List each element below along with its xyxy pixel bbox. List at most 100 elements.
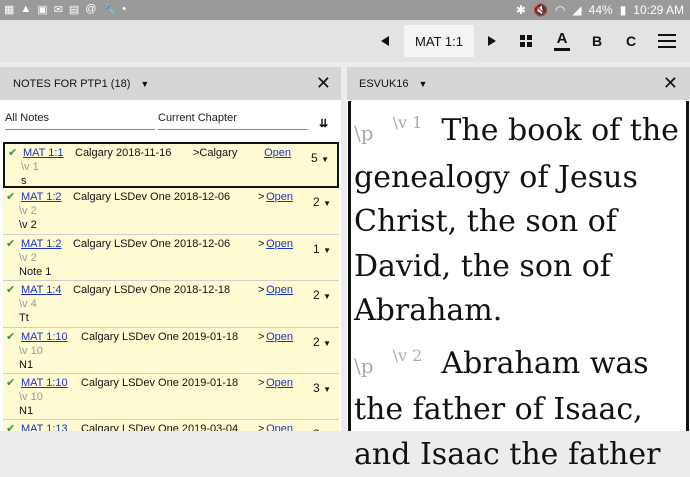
reply-count[interactable]: 2 ▼ (313, 335, 331, 349)
selected-underline (554, 47, 570, 51)
note-reference-link[interactable]: MAT 1:4 (21, 284, 62, 296)
note-meta: Calgary LSDev One 2018-12-06 (73, 191, 231, 204)
check-icon: ✔ (8, 147, 18, 159)
close-bible-icon[interactable]: ✕ (663, 73, 678, 94)
chevron-down-icon: ▼ (321, 155, 329, 164)
mail-icon: ✉ (53, 4, 63, 16)
menu-button[interactable] (652, 20, 682, 62)
close-notes-icon[interactable]: ✕ (316, 73, 331, 94)
note-reference-link[interactable]: MAT 1:13 (21, 423, 68, 431)
battery-icon: ▮ (619, 3, 627, 17)
chevron-down-icon: ▼ (323, 338, 331, 348)
note-verse-marker: \v 10 (19, 390, 43, 403)
notes-title: NOTES FOR PTP1 (18) (13, 77, 131, 90)
reply-count[interactable]: 2 ▼ (313, 427, 331, 431)
reply-count[interactable]: 5 ▼ (311, 151, 329, 165)
triangle-right-icon (488, 36, 496, 46)
reply-count[interactable]: 2 ▼ (313, 195, 331, 209)
note-assignee: >Calgary (193, 147, 238, 159)
verse-1-text: The book of the genealogy of Jesus Chris… (354, 113, 679, 328)
reply-count-value: 5 (311, 151, 318, 165)
reply-count-value: 2 (313, 288, 320, 303)
note-row[interactable]: ✔ MAT 1:2 Calgary LSDev One 2018-12-06 > Ope… (3, 188, 339, 235)
open-note-link[interactable]: Open (266, 377, 293, 389)
text-a-button[interactable]: A (548, 20, 576, 62)
reply-count[interactable]: 3 ▼ (313, 381, 331, 395)
note-verse-marker: \v 4 (19, 298, 37, 311)
reply-count-value: 2 (313, 195, 320, 210)
verse-1-marker: \v 1 (392, 113, 423, 132)
note-row[interactable]: ✔ MAT 1:1 Calgary 2018-11-16 >Calgary Open 5 … (3, 142, 339, 189)
note-reference-link[interactable]: MAT 1:1 (23, 147, 64, 159)
chevron-down-icon: ▼ (323, 199, 331, 209)
note-row[interactable]: ✔ MAT 1:2 Calgary LSDev One 2018-12-06 > Ope… (3, 234, 339, 282)
calendar-icon: ▤ (68, 4, 80, 16)
note-meta: Calgary LSDev One 2018-12-18 (73, 284, 231, 297)
left-scroll-indicator (348, 101, 351, 431)
image-icon: ▣ (37, 4, 48, 16)
note-row[interactable]: ✔ MAT 1:13 Calgary LSDev One 2019-03-04 > Op… (3, 420, 339, 431)
signal-icon: ◢ (572, 3, 582, 17)
expand-filters-icon[interactable]: ⇊ (319, 117, 328, 130)
layout-grid-button[interactable] (512, 20, 540, 62)
notes-list: ✔ MAT 1:1 Calgary 2018-11-16 >Calgary Open 5 … (3, 142, 339, 431)
more-icon: • (122, 3, 127, 15)
text-a-label: A (556, 29, 568, 47)
open-note-link[interactable]: Open (266, 238, 293, 250)
note-assignee: > (258, 237, 265, 250)
note-meta: Calgary LSDev One 2019-01-18 (81, 330, 239, 343)
bible-dropdown-icon[interactable]: ▼ (419, 79, 428, 89)
note-assignee: > (258, 423, 265, 431)
note-text: s (21, 175, 27, 187)
open-note-link[interactable]: Open (266, 423, 293, 431)
wrench-icon: 🔧 (102, 4, 117, 16)
check-icon: ✔ (6, 423, 16, 431)
text-b-button[interactable]: B (583, 20, 611, 62)
chevron-down-icon: ▼ (323, 245, 331, 255)
reply-count-value: 1 (313, 241, 320, 256)
status-bar: ▦ ▲ ▣ ✉ ▤ @ 🔧 • ✱ 🔇 ◠ ◢ 44% ▮ 10:29 AM (0, 0, 690, 20)
current-chapter-filter[interactable]: Current Chapter (158, 110, 308, 130)
note-reference-link[interactable]: MAT 1:2 (21, 238, 62, 250)
open-note-link[interactable]: Open (266, 331, 293, 343)
paragraph-marker: \p (354, 353, 374, 378)
open-note-link[interactable]: Open (264, 147, 291, 159)
note-assignee: > (258, 284, 265, 297)
note-reference-link[interactable]: MAT 1:10 (21, 331, 68, 343)
alert-icon: ▲ (20, 3, 32, 15)
note-reference-link[interactable]: MAT 1:2 (21, 191, 62, 203)
open-note-link[interactable]: Open (266, 284, 293, 296)
reply-count[interactable]: 2 ▼ (313, 288, 331, 302)
wifi-icon: ◠ (554, 3, 566, 17)
note-row[interactable]: ✔ MAT 1:4 Calgary LSDev One 2018-12-18 > Ope… (3, 281, 339, 328)
verse-2-marker: \v 2 (392, 345, 423, 365)
check-icon: ✔ (6, 376, 16, 389)
bible-pane: ESVUK16 ▼ ✕ \p \v 1 The book of the gene… (347, 67, 690, 472)
text-c-button[interactable]: C (617, 20, 645, 62)
all-notes-filter[interactable]: All Notes (5, 110, 155, 130)
note-text: N1 (19, 358, 34, 371)
at-icon: @ (85, 3, 97, 15)
note-reference-link[interactable]: MAT 1:10 (21, 377, 68, 389)
note-assignee: > (258, 376, 265, 389)
grid-icon (520, 35, 532, 47)
note-text: Tt (19, 312, 29, 325)
previous-chapter-button[interactable] (372, 20, 398, 62)
app-icon: ▦ (4, 4, 15, 16)
reply-count[interactable]: 1 ▼ (313, 242, 331, 256)
reference-button[interactable]: MAT 1:1 (404, 25, 474, 57)
bible-title: ESVUK16 (359, 77, 409, 90)
note-row[interactable]: ✔ MAT 1:10 Calgary LSDev One 2019-01-18 > Op… (3, 327, 339, 374)
notes-dropdown-icon[interactable]: ▼ (140, 79, 149, 89)
reply-count-value: 3 (313, 380, 320, 395)
note-assignee: > (258, 191, 265, 204)
note-meta: Calgary 2018-11-16 (75, 147, 172, 159)
next-chapter-button[interactable] (479, 20, 505, 62)
note-text: N1 (19, 404, 34, 417)
open-note-link[interactable]: Open (266, 191, 293, 203)
note-row[interactable]: ✔ MAT 1:10 Calgary LSDev One 2019-01-18 > Op… (3, 373, 339, 421)
scrollbar[interactable] (686, 101, 689, 431)
paragraph-marker: \p (354, 121, 374, 145)
bluetooth-icon: ✱ (515, 3, 526, 17)
note-meta: Calgary LSDev One 2019-01-18 (81, 376, 239, 389)
